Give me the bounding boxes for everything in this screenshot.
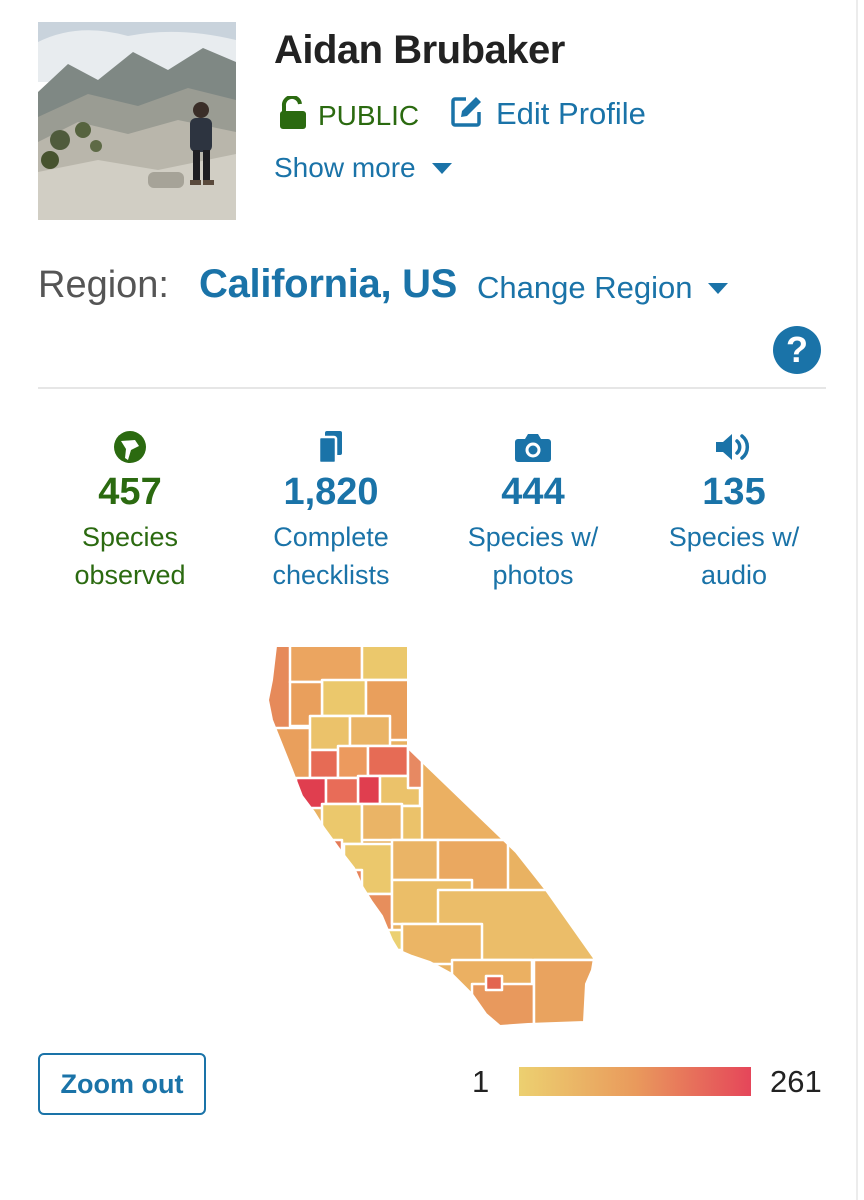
zoom-out-button[interactable]: Zoom out bbox=[38, 1053, 206, 1115]
visibility-label: PUBLIC bbox=[318, 99, 420, 131]
edit-profile-label: Edit Profile bbox=[496, 95, 646, 131]
california-county-map[interactable] bbox=[262, 640, 602, 1030]
unlock-icon bbox=[278, 94, 308, 135]
region-name: California, US bbox=[199, 262, 458, 306]
region-label: Region: bbox=[38, 264, 169, 306]
stat-label-line2: photos bbox=[492, 559, 574, 590]
speaker-icon bbox=[634, 428, 834, 466]
visibility-toggle[interactable]: PUBLIC bbox=[278, 94, 420, 135]
stat-label-line1: Species w/ bbox=[467, 521, 599, 552]
stat-label-line2: observed bbox=[74, 559, 186, 590]
stat-label-line2: audio bbox=[700, 559, 768, 590]
stat-complete-checklists[interactable]: 1,820 Complete checklists bbox=[231, 428, 431, 594]
bird-icon bbox=[30, 428, 230, 466]
stat-label-line1: Complete bbox=[273, 521, 389, 552]
stat-label-line2: checklists bbox=[272, 559, 390, 590]
profile-name: Aidan Brubaker bbox=[274, 28, 565, 72]
stat-value: 444 bbox=[501, 471, 565, 513]
stat-species-photos[interactable]: 444 Species w/ photos bbox=[433, 428, 633, 594]
stat-value: 135 bbox=[702, 471, 766, 513]
scroll-edge bbox=[856, 0, 864, 1200]
camera-icon bbox=[433, 428, 633, 466]
edit-icon bbox=[450, 94, 484, 133]
edit-profile-link[interactable]: Edit Profile bbox=[450, 94, 646, 133]
divider bbox=[38, 387, 826, 389]
legend-max-value: 261 bbox=[770, 1064, 822, 1099]
legend-min-value: 1 bbox=[472, 1064, 490, 1099]
help-icon[interactable]: ? bbox=[773, 326, 821, 374]
county-map[interactable] bbox=[262, 640, 602, 1030]
checklists-icon bbox=[231, 428, 431, 466]
change-region-label: Change Region bbox=[477, 270, 693, 305]
stat-value: 1,820 bbox=[283, 471, 379, 513]
stat-species-observed[interactable]: 457 Species observed bbox=[30, 428, 230, 594]
stat-value: 457 bbox=[98, 471, 162, 513]
profile-photo[interactable] bbox=[38, 22, 236, 220]
stat-label-line1: Species w/ bbox=[668, 521, 800, 552]
show-more-toggle[interactable]: Show more bbox=[274, 152, 452, 184]
chevron-down-icon bbox=[431, 162, 452, 174]
stat-label-line1: Species bbox=[81, 521, 179, 552]
stat-species-audio[interactable]: 135 Species w/ audio bbox=[634, 428, 834, 594]
show-more-label: Show more bbox=[274, 152, 416, 183]
chevron-down-icon bbox=[708, 282, 729, 294]
legend-gradient-bar bbox=[519, 1067, 751, 1096]
change-region-dropdown[interactable]: Change Region bbox=[477, 270, 729, 306]
